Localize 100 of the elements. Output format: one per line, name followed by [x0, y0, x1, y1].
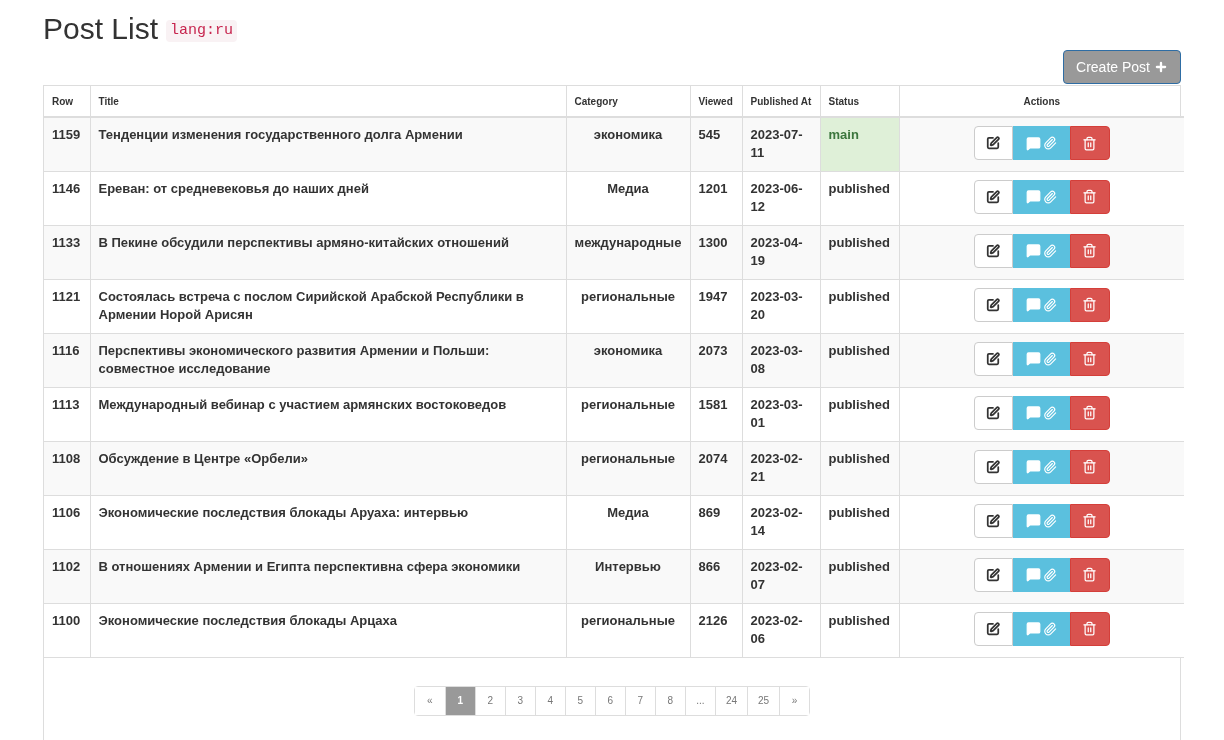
table-cell: региональные — [566, 279, 690, 333]
comment-icon — [1025, 459, 1041, 474]
table-cell: региональные — [566, 441, 690, 495]
edit-icon — [986, 136, 1001, 150]
edit-button[interactable] — [973, 341, 1013, 376]
comment-icon — [1025, 243, 1041, 258]
column-header: Published At — [742, 86, 820, 117]
table-cell: 866 — [690, 549, 742, 603]
trash-icon — [1082, 297, 1098, 312]
delete-button[interactable] — [1069, 179, 1110, 214]
edit-button[interactable] — [973, 233, 1013, 268]
table-cell: Тенденции изменения государственного долга Армении — [90, 117, 566, 171]
table-cell: 2126 — [690, 603, 742, 657]
paperclip-icon — [1042, 567, 1057, 582]
status-cell: published — [820, 603, 899, 657]
column-header: Title — [90, 86, 566, 117]
table-cell: региональные — [566, 387, 690, 441]
table-cell: региональные — [566, 603, 690, 657]
table-cell: 2023-02-07 — [742, 549, 820, 603]
paperclip-icon — [1042, 621, 1057, 636]
table-cell: 2023-02-06 — [742, 603, 820, 657]
lang-tag: lang:ru — [166, 19, 238, 43]
table-cell: 1300 — [690, 225, 742, 279]
table-cell: В отношениях Армении и Египта перспективна сфера экономики — [90, 549, 566, 603]
edit-button[interactable] — [973, 179, 1013, 214]
comment-icon — [1025, 513, 1041, 528]
delete-button[interactable] — [1069, 126, 1110, 160]
table-cell: Ереван: от средневековья до наших дней — [90, 171, 566, 225]
status-cell: published — [820, 279, 899, 333]
status-cell: published — [820, 171, 899, 225]
edit-icon — [986, 405, 1001, 420]
status-cell: published — [820, 441, 899, 495]
column-header: Row — [44, 86, 90, 117]
edit-icon — [986, 243, 1001, 258]
comment-icon — [1025, 135, 1041, 151]
paperclip-icon — [1042, 405, 1057, 420]
table-cell: 2023-06-12 — [742, 171, 820, 225]
table-cell: 1106 — [44, 495, 90, 549]
status-cell: published — [820, 333, 899, 387]
delete-button[interactable] — [1069, 287, 1110, 322]
table-cell: Экономические последствия блокады Арцаха — [90, 603, 566, 657]
table-cell: 1581 — [690, 387, 742, 441]
trash-icon — [1082, 621, 1098, 636]
table-cell: 1947 — [690, 279, 742, 333]
paperclip-icon — [1042, 297, 1057, 312]
status-cell: published — [820, 225, 899, 279]
table-cell: Перспективы экономического развития Армении и Польши: совместное исследование — [90, 333, 566, 387]
table-cell: 1159 — [44, 117, 90, 171]
edit-button[interactable] — [973, 395, 1013, 430]
column-header: Status — [820, 86, 899, 117]
trash-icon — [1082, 243, 1098, 258]
edit-icon — [986, 189, 1001, 204]
edit-button[interactable] — [973, 449, 1013, 484]
column-header: Viewed — [690, 86, 742, 117]
table-cell: 2023-03-01 — [742, 387, 820, 441]
table-cell: 1201 — [690, 171, 742, 225]
page-title: Post List — [43, 14, 159, 44]
trash-icon — [1082, 513, 1098, 528]
delete-button[interactable] — [1069, 503, 1110, 538]
table-cell: 1121 — [44, 279, 90, 333]
table-cell: Обсуждение в Центре «Орбели» — [90, 441, 566, 495]
page-link[interactable]: 1 — [444, 686, 475, 715]
paperclip-icon — [1042, 189, 1057, 204]
trash-icon — [1082, 351, 1098, 366]
delete-button[interactable] — [1069, 611, 1110, 646]
table-cell: 1116 — [44, 333, 90, 387]
trash-icon — [1082, 135, 1098, 151]
table-cell: Состоялась встреча с послом Сирийской Арабской Республики в Армении Норой Арисян — [90, 279, 566, 333]
trash-icon — [1082, 189, 1098, 204]
comment-icon — [1025, 621, 1041, 636]
table-cell: экономика — [566, 117, 690, 171]
paperclip-icon — [1042, 513, 1057, 528]
table-cell: 2074 — [690, 441, 742, 495]
edit-button[interactable] — [973, 611, 1013, 646]
comment-icon — [1025, 351, 1041, 366]
column-header: Actions — [899, 86, 1184, 117]
table-cell: 869 — [690, 495, 742, 549]
table-cell: 1146 — [44, 171, 90, 225]
table-cell: 2073 — [690, 333, 742, 387]
delete-button[interactable] — [1069, 557, 1110, 592]
comment-icon — [1025, 567, 1041, 582]
delete-button[interactable] — [1069, 395, 1110, 430]
table-cell: 2023-03-08 — [742, 333, 820, 387]
edit-button[interactable] — [973, 557, 1013, 592]
status-cell: published — [820, 495, 899, 549]
create-post-button[interactable]: Create Post — [1063, 50, 1181, 84]
edit-button[interactable] — [973, 503, 1013, 538]
comment-icon — [1025, 405, 1041, 420]
table-cell: 2023-04-19 — [742, 225, 820, 279]
paperclip-icon — [1042, 459, 1057, 474]
edit-button[interactable] — [973, 287, 1013, 322]
plus-icon — [1154, 60, 1168, 74]
edit-button[interactable] — [973, 126, 1013, 160]
delete-button[interactable] — [1069, 341, 1110, 376]
table-cell: 1113 — [44, 387, 90, 441]
delete-button[interactable] — [1069, 449, 1110, 484]
table-cell: 545 — [690, 117, 742, 171]
delete-button[interactable] — [1069, 233, 1110, 268]
page-link[interactable]: » — [779, 686, 810, 715]
table-cell: В Пекине обсудили перспективы армяно-китайских отношений — [90, 225, 566, 279]
